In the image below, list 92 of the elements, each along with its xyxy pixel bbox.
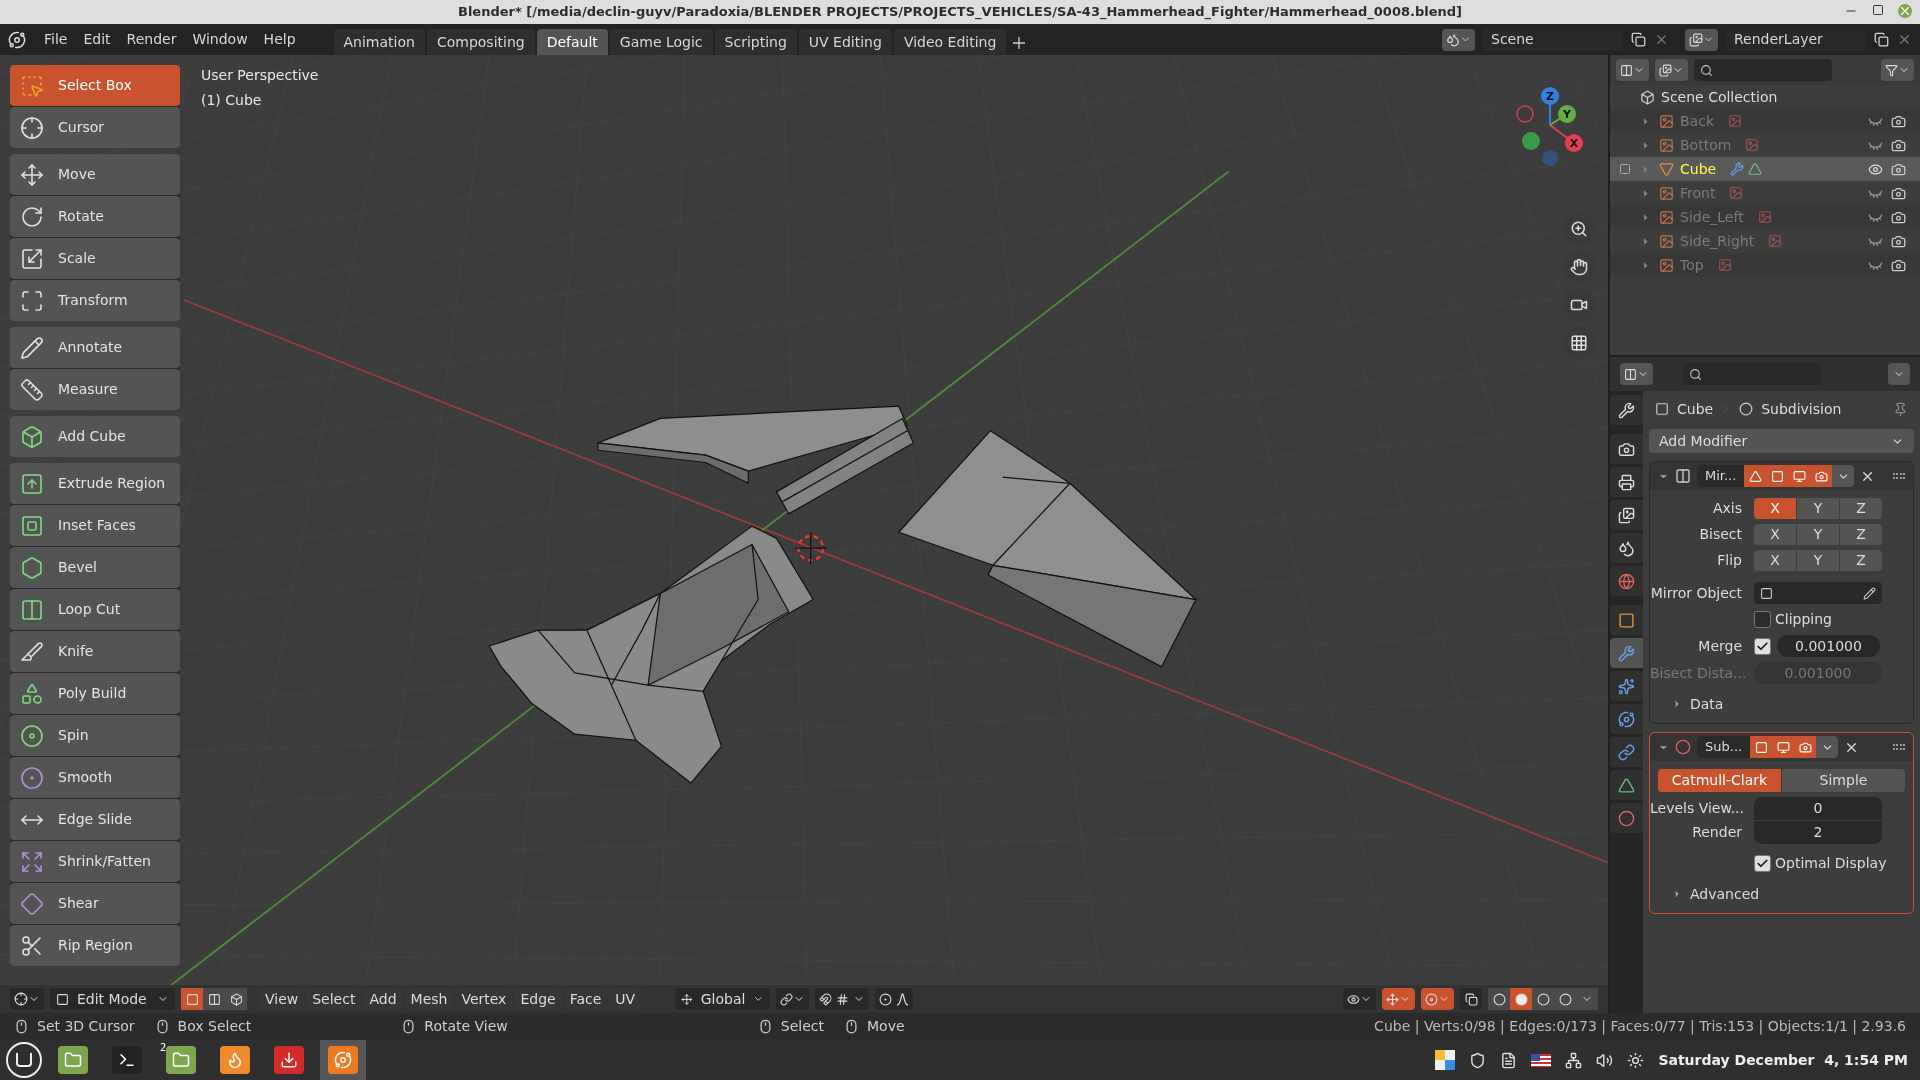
scene-statistics: Cube | Verts:0/98 | Edges:0/173 | Faces:0/77 | Tris:153 | Objects:1/1 | 2.93.6: [1374, 1017, 1906, 1037]
tool-button[interactable]: Shear: [10, 883, 180, 924]
axis-button[interactable]: Z: [1840, 550, 1882, 571]
tool-button[interactable]: Knife: [10, 631, 180, 672]
tool-button[interactable]: Extrude Region: [10, 463, 180, 504]
workspace-tab[interactable]: Compositing: [426, 29, 535, 55]
mode-dropdown[interactable]: Edit Mode: [50, 988, 175, 1010]
window-title: Blender* [/media/declin-guyv/Paradoxia/BLENDER PROJECTS/PROJECTS_VEHICLES/SA-43_Hammerhead_Fighter/Hammerhead_0008.blend]: [458, 3, 1462, 22]
status-hint: Set 3D Cursor: [37, 1017, 135, 1036]
workspace-tab[interactable]: Default: [536, 29, 608, 55]
field-label: Mirror Object: [1650, 583, 1743, 603]
tool-button[interactable]: Loop Cut: [10, 589, 180, 630]
view-name: User Perspective: [201, 66, 319, 85]
workspace-tab[interactable]: Scripting: [714, 29, 797, 55]
menu-item[interactable]: File: [36, 29, 76, 50]
tool-button[interactable]: Rip Region: [10, 925, 180, 966]
object-label: Side_Right: [1680, 231, 1755, 251]
modifier-name-field[interactable]: Sub...: [1697, 736, 1751, 758]
status-hint: Move: [867, 1017, 905, 1036]
object-label: Cube: [1680, 159, 1717, 179]
breadcrumb-item: Subdivision: [1761, 399, 1842, 419]
object-label: Back: [1680, 111, 1714, 131]
axis-button[interactable]: X: [1754, 498, 1796, 519]
tool-button[interactable]: Measure: [10, 369, 180, 410]
axis-handle[interactable]: X: [1565, 134, 1583, 152]
field-label: Levels View...: [1650, 799, 1745, 818]
tool-button[interactable]: Rotate: [10, 196, 180, 237]
axis-handle[interactable]: Y: [1558, 105, 1576, 123]
window-count-label: 2: [160, 1041, 167, 1055]
tool-button[interactable]: Smooth: [10, 757, 180, 798]
workspace-tab[interactable]: Game Logic: [609, 29, 713, 55]
tool-button[interactable]: Move: [10, 154, 180, 195]
tool-button[interactable]: Bevel: [10, 547, 180, 588]
object-label: Top: [1680, 255, 1704, 275]
menu-item[interactable]: Render: [118, 29, 185, 50]
number-field[interactable]: 2: [1754, 821, 1882, 844]
modifier-name-field[interactable]: Mir...: [1697, 465, 1745, 487]
object-name: (1) Cube: [201, 91, 263, 110]
menu-item[interactable]: Edit: [75, 29, 119, 50]
axis-button[interactable]: Y: [1797, 498, 1839, 519]
tool-button[interactable]: Spin: [10, 715, 180, 756]
taskbar-app[interactable]: 2: [158, 1040, 204, 1080]
axis-button[interactable]: Y: [1797, 550, 1839, 571]
collection-label: Scene Collection: [1661, 87, 1778, 107]
object-label: Side_Left: [1680, 207, 1744, 227]
scene-field[interactable]: Scene: [1483, 28, 1623, 51]
subpanel-header[interactable]: Data: [1650, 693, 1913, 715]
field-label: Merge: [1697, 636, 1743, 656]
clipping-checkbox[interactable]: Clipping: [1754, 609, 1832, 630]
field-label: Render: [1691, 823, 1743, 842]
tool-button[interactable]: Inset Faces: [10, 505, 180, 546]
object-label: Front: [1680, 183, 1716, 203]
clock[interactable]: Saturday December 4, 1:54 PM: [1658, 1049, 1908, 1071]
axis-button[interactable]: Y: [1797, 524, 1839, 545]
method-tab[interactable]: Simple: [1782, 769, 1905, 792]
field-label: Bisect Dista...: [1650, 663, 1748, 683]
subpanel-header[interactable]: Advanced: [1650, 883, 1913, 905]
tool-button[interactable]: Annotate: [10, 327, 180, 368]
axis-button[interactable]: Z: [1840, 524, 1882, 545]
tool-button[interactable]: Select Box: [10, 65, 180, 106]
workspace-tab[interactable]: UV Editing: [798, 29, 892, 55]
axis-button[interactable]: Z: [1840, 498, 1882, 519]
tool-button[interactable]: Transform: [10, 280, 180, 321]
outliner-row[interactable]: Cube: [1610, 157, 1920, 181]
axis-button[interactable]: X: [1754, 550, 1796, 571]
number-field[interactable]: 0: [1754, 797, 1882, 820]
tool-button[interactable]: Shrink/Fatten: [10, 841, 180, 882]
orientation-dropdown[interactable]: Global: [675, 988, 771, 1010]
axis-button[interactable]: X: [1754, 524, 1796, 545]
workspace-tab[interactable]: Video Editing: [893, 29, 1007, 55]
number-field[interactable]: 0.001000: [1777, 635, 1880, 657]
status-hint: Select: [780, 1017, 824, 1036]
tool-button[interactable]: Edge Slide: [10, 799, 180, 840]
field-label: Flip: [1716, 551, 1743, 570]
field-label: Axis: [1711, 499, 1743, 518]
status-hint: Rotate View: [424, 1017, 508, 1036]
optimal-display-checkbox[interactable]: Optimal Display: [1754, 853, 1887, 874]
workspace-tab[interactable]: Animation: [333, 29, 425, 55]
menu-item[interactable]: Window: [184, 29, 256, 50]
object-label: Bottom: [1680, 135, 1732, 155]
tool-button[interactable]: Cursor: [10, 107, 180, 148]
view-layer-field[interactable]: RenderLayer: [1726, 28, 1866, 51]
method-tab[interactable]: Catmull-Clark: [1658, 769, 1781, 792]
menu-item[interactable]: Help: [255, 29, 304, 50]
status-hint: Box Select: [177, 1017, 252, 1036]
tool-button[interactable]: Add Cube: [10, 416, 180, 457]
breadcrumb-item: Cube: [1677, 399, 1714, 419]
tool-button[interactable]: Poly Build: [10, 673, 180, 714]
axis-handle[interactable]: Z: [1541, 87, 1559, 105]
field-label: Bisect: [1698, 525, 1743, 544]
add-modifier-dropdown[interactable]: Add Modifier: [1649, 429, 1914, 453]
tool-button[interactable]: Scale: [10, 238, 180, 279]
